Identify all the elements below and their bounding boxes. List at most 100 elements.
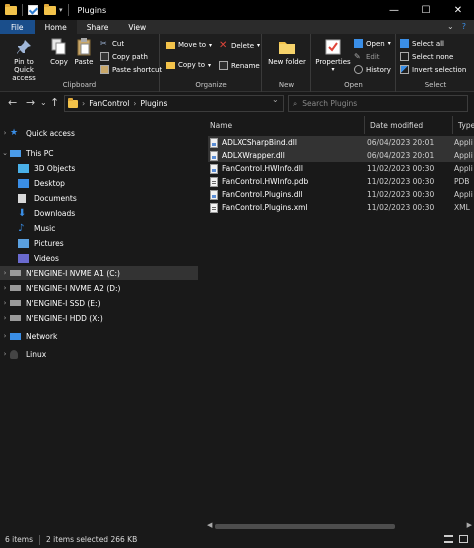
nav-drive-d[interactable]: › N'ENGINE-I NVME A2 (D:) [0, 281, 198, 295]
table-row[interactable]: FanControl.HWInfo.pdb 11/02/2023 00:30 P… [208, 175, 474, 188]
chevron-right-icon[interactable]: › [0, 129, 10, 137]
nav-music[interactable]: ♪ Music [0, 221, 198, 235]
drive-icon [10, 270, 21, 276]
rename-button[interactable]: Rename [219, 61, 260, 70]
nav-drive-x[interactable]: › N'ENGINE-I HDD (X:) [0, 311, 198, 325]
details-view-icon[interactable] [444, 535, 453, 543]
edit-button[interactable]: ✎ Edit [354, 52, 380, 61]
maximize-button[interactable]: ☐ [410, 0, 442, 20]
column-name[interactable]: Name [205, 116, 365, 134]
select-none-icon [400, 52, 409, 61]
chevron-right-icon[interactable]: › [0, 332, 10, 340]
paste-button[interactable]: Paste [72, 38, 96, 66]
tab-home[interactable]: Home [34, 20, 77, 34]
nav-this-pc[interactable]: ⌄ This PC [0, 146, 198, 160]
horizontal-scrollbar[interactable]: ◀ ▶ [205, 521, 474, 531]
paste-shortcut-button[interactable]: Paste shortcut [100, 65, 162, 74]
search-input[interactable]: Search Plugins [302, 99, 357, 108]
back-arrow-icon[interactable]: ← [8, 96, 17, 109]
chevron-right-icon[interactable]: › [133, 99, 136, 108]
nav-network[interactable]: › Network [0, 329, 198, 343]
download-arrow-icon: ⬇ [18, 207, 27, 219]
table-row[interactable]: ADLXCSharpBind.dll 06/04/2023 20:01 Appl… [208, 136, 474, 149]
nav-quick-access[interactable]: › ★ Quick access [0, 126, 198, 140]
chevron-right-icon[interactable]: › [82, 99, 85, 108]
chevron-right-icon[interactable]: › [0, 269, 10, 277]
address-history-chevron-icon[interactable]: ⌄ [272, 95, 279, 104]
history-button[interactable]: History [354, 65, 391, 74]
table-row[interactable]: FanControl.Plugins.dll 11/02/2023 00:30 … [208, 188, 474, 201]
divider [22, 4, 23, 16]
pin-to-quick-access-button[interactable]: Pin to Quick access [4, 38, 44, 82]
folder-icon [68, 97, 78, 108]
recent-locations-chevron-icon[interactable]: ⌄ [40, 98, 47, 107]
search-box[interactable]: ⌕ Search Plugins [288, 95, 468, 112]
large-icons-view-icon[interactable] [459, 535, 468, 543]
delete-button[interactable]: ✕ Delete ▾ [219, 41, 260, 51]
properties-button[interactable]: Properties ▾ [314, 38, 352, 74]
breadcrumb-fancontrol[interactable]: FanControl [89, 99, 129, 108]
scroll-right-icon[interactable]: ▶ [467, 521, 472, 529]
forward-arrow-icon[interactable]: → [26, 96, 35, 109]
open-group: Properties ▾ Open ▾ ✎ Edit History Open [312, 34, 396, 92]
copy-to-button[interactable]: Copy to ▾ [166, 61, 211, 69]
tab-share[interactable]: Share [77, 20, 119, 34]
up-arrow-icon[interactable]: ↑ [50, 96, 59, 109]
customize-toolbar-chevron-icon[interactable]: ▾ [59, 6, 63, 14]
chevron-down-icon: ▾ [209, 41, 213, 49]
select-none-button[interactable]: Select none [400, 52, 453, 61]
invert-selection-button[interactable]: Invert selection [400, 65, 466, 74]
address-bar[interactable]: › FanControl › Plugins [64, 95, 284, 112]
chevron-right-icon[interactable]: › [0, 314, 10, 322]
folder-icon[interactable] [5, 3, 17, 15]
nav-desktop[interactable]: Desktop [0, 176, 198, 190]
nav-pictures[interactable]: Pictures [0, 236, 198, 250]
paste-shortcut-icon [100, 65, 109, 74]
table-row[interactable]: ADLXWrapper.dll 06/04/2023 20:01 Appli [208, 149, 474, 162]
nav-3d-objects[interactable]: 3D Objects [0, 161, 198, 175]
column-type[interactable]: Type [453, 116, 474, 134]
nav-videos[interactable]: Videos [0, 251, 198, 265]
organize-group: Move to ▾ Copy to ▾ ✕ Delete ▾ Rename Or… [161, 34, 262, 92]
new-group: New folder New [263, 34, 311, 92]
pin-icon [15, 38, 33, 56]
nav-linux[interactable]: › Linux [0, 347, 198, 361]
nav-drive-c[interactable]: › N'ENGINE-I NVME A1 (C:) [0, 266, 198, 280]
copy-button[interactable]: Copy [46, 38, 72, 66]
move-to-button[interactable]: Move to ▾ [166, 41, 212, 49]
ribbon-tabs: File Home Share View ⌄ ? [0, 20, 474, 34]
dll-file-icon [210, 150, 218, 161]
item-count: 6 items [5, 535, 34, 544]
collapse-ribbon-chevron-icon[interactable]: ⌄ [447, 22, 454, 31]
nav-documents[interactable]: Documents [0, 191, 198, 205]
column-date-modified[interactable]: Date modified [365, 116, 453, 134]
tab-view[interactable]: View [118, 20, 156, 34]
dll-file-icon [210, 189, 218, 200]
new-folder-button[interactable]: New folder [265, 38, 309, 66]
minimize-button[interactable]: — [378, 0, 410, 20]
scrollbar-thumb[interactable] [215, 524, 395, 529]
scissors-icon: ✂ [100, 39, 107, 48]
select-group: Select all Select none Invert selection … [397, 34, 474, 92]
table-row[interactable]: FanControl.Plugins.xml 11/02/2023 00:30 … [208, 201, 474, 214]
computer-icon [10, 149, 21, 157]
open-button[interactable]: Open ▾ [354, 39, 391, 48]
chevron-right-icon[interactable]: › [0, 284, 10, 292]
nav-downloads[interactable]: ⬇ Downloads [0, 206, 198, 220]
close-button[interactable]: ✕ [442, 0, 474, 20]
tab-file[interactable]: File [0, 20, 35, 34]
table-row[interactable]: FanControl.HWInfo.dll 11/02/2023 00:30 A… [208, 162, 474, 175]
cut-button[interactable]: ✂ Cut [100, 39, 124, 48]
chevron-right-icon[interactable]: › [0, 299, 10, 307]
properties-icon[interactable] [28, 5, 38, 15]
copy-path-button[interactable]: Copy path [100, 52, 148, 61]
select-all-button[interactable]: Select all [400, 39, 444, 48]
chevron-right-icon[interactable]: › [0, 350, 10, 358]
chevron-down-icon[interactable]: ⌄ [0, 149, 10, 157]
breadcrumb-plugins[interactable]: Plugins [141, 99, 168, 108]
scroll-left-icon[interactable]: ◀ [207, 521, 212, 529]
nav-drive-e[interactable]: › N'ENGINE-I SSD (E:) [0, 296, 198, 310]
new-folder-icon[interactable] [44, 3, 56, 15]
help-icon[interactable]: ? [462, 22, 466, 31]
divider [67, 4, 69, 16]
